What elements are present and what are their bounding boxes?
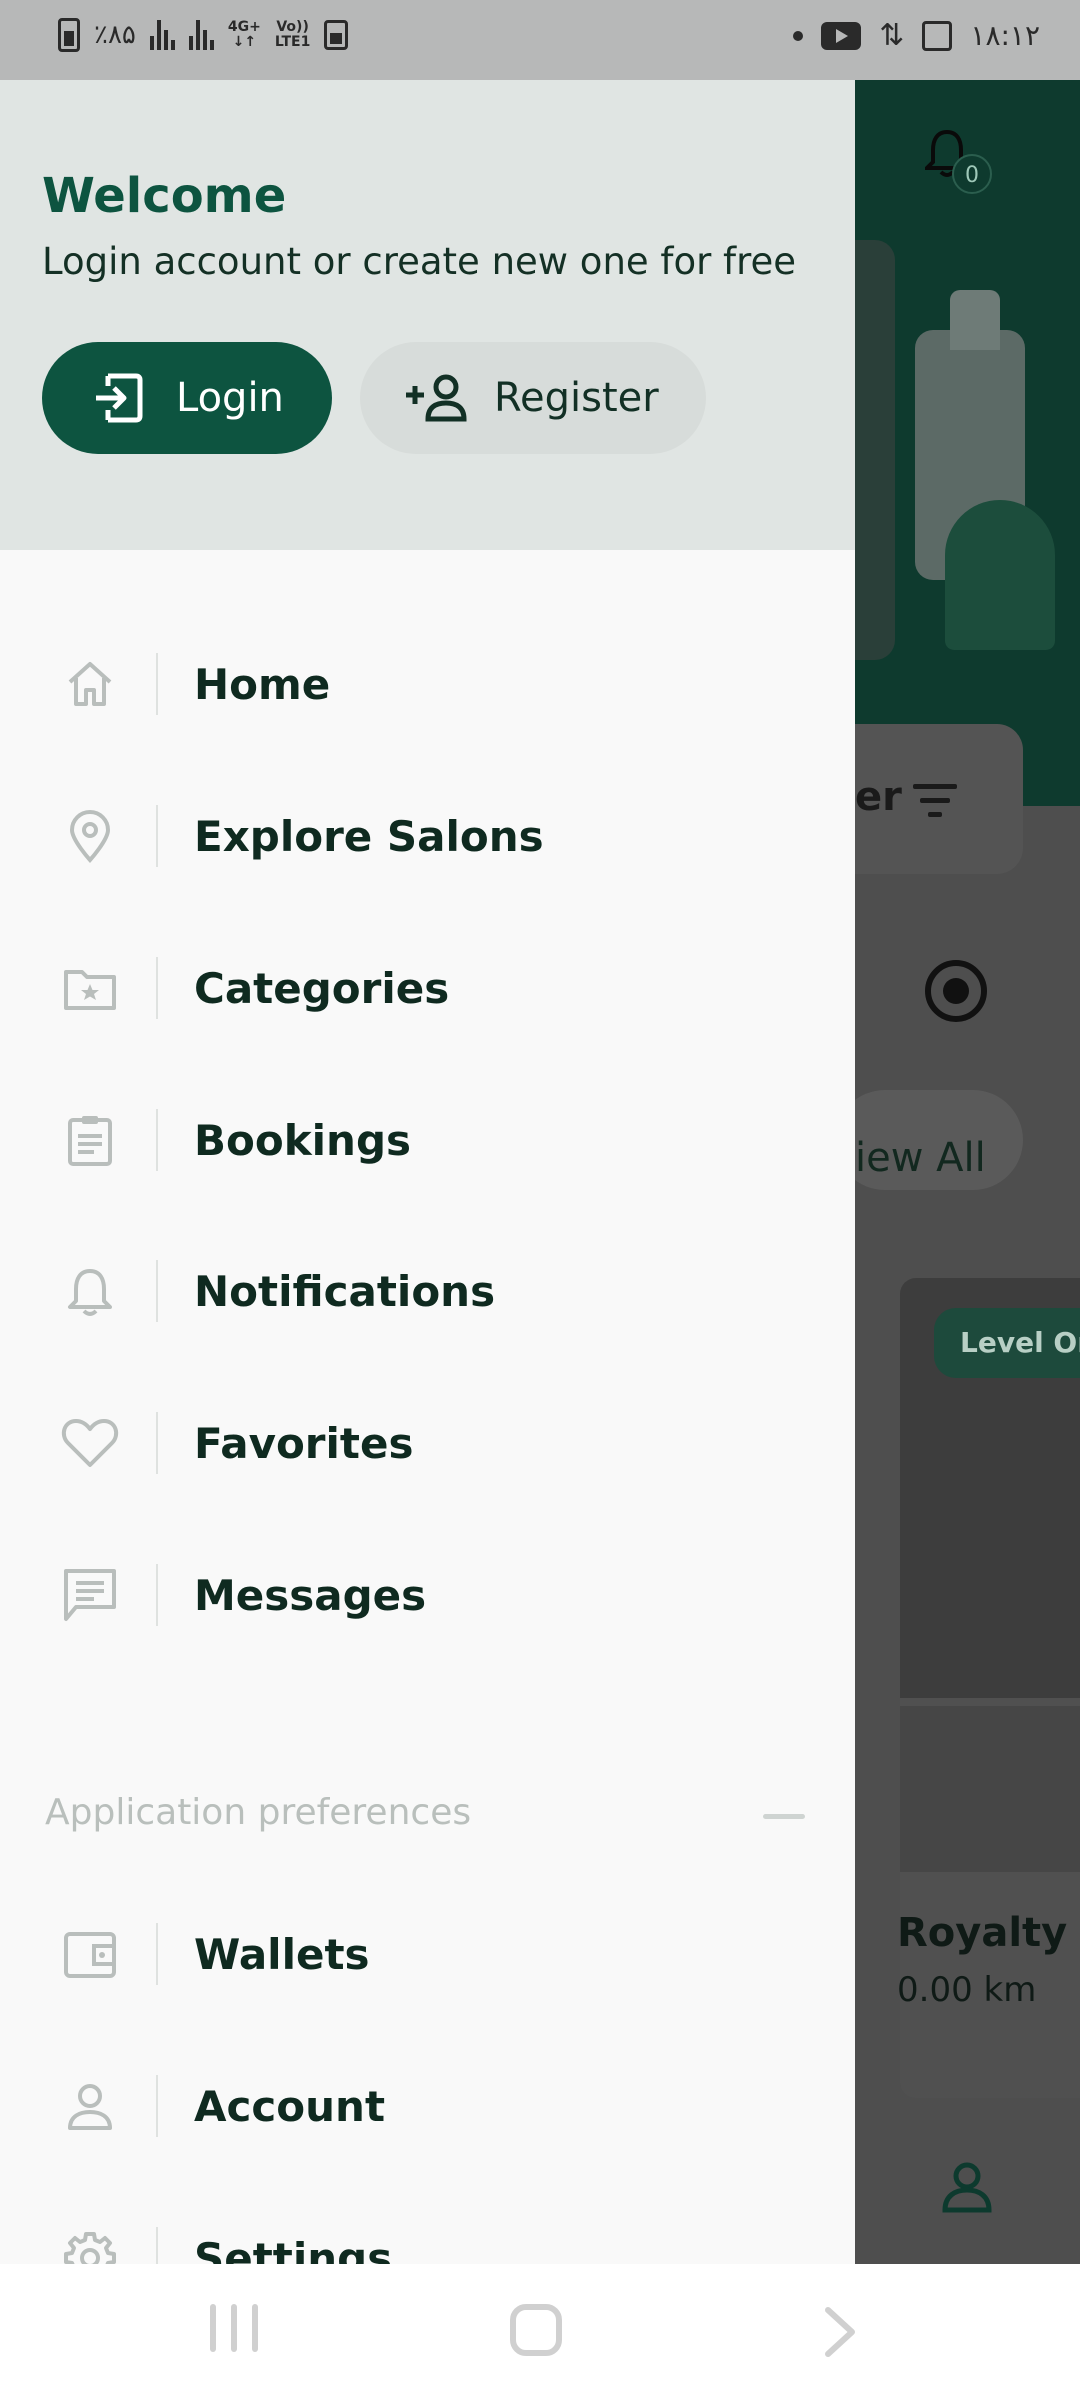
clock: ۱۸:۱۲ [970,19,1040,52]
menu-divider [156,1923,158,1985]
menu-item-favorites[interactable]: Favorites [0,1367,855,1519]
transfer-icon: ⇅ [879,18,905,53]
navigation-drawer: Welcome Login account or create new one … [0,80,855,2289]
menu-divider [156,653,158,715]
menu-item-label: Categories [194,963,450,1013]
menu-item-label: Favorites [194,1418,414,1468]
banner-figure [855,240,895,660]
login-button[interactable]: Login [42,342,332,454]
folder-star-icon [55,953,125,1023]
level-badge: Level Or [934,1308,1080,1378]
account-nav-icon[interactable] [939,2158,995,2214]
network-type-bottom: ↓↑ [232,34,257,50]
salon-distance: 0.00 km [897,1970,1037,2010]
menu-item-explore-salons[interactable]: Explore Salons [0,760,855,912]
menu-item-home[interactable]: Home [0,608,855,760]
menu-item-label: Messages [194,1570,427,1620]
login-label: Login [176,375,284,421]
background-app: 0 er iew All Level Or Royalty 0.00 km [855,80,1080,2264]
banner-plant [945,500,1055,650]
menu-divider [156,1412,158,1474]
volte-top: Vo)) [276,19,309,35]
welcome-subtitle: Login account or create new one for free [42,240,797,283]
banner-illustration [950,290,1000,350]
system-navigation-bar [0,2264,1080,2400]
volte-indicator: Vo)) LTE1 [275,20,310,50]
menu-divider [156,2075,158,2137]
drawer-header: Welcome Login account or create new one … [0,80,855,550]
status-bar: ٪۸۵ 4G+ ↓↑ Vo)) LTE1 ⇅ ۱۸:۱۲ [0,0,1080,80]
menu-divider [156,1260,158,1322]
menu-divider [156,1109,158,1171]
network-type-top: 4G+ [227,19,261,35]
welcome-title: Welcome [42,168,287,224]
menu-item-messages[interactable]: Messages [0,1519,855,1671]
battery-icon [58,18,80,52]
signal-icon [149,20,175,50]
register-label: Register [494,375,659,421]
bell-icon [55,1256,125,1326]
recent-apps-icon[interactable] [210,2304,258,2360]
home-icon [55,649,125,719]
notification-count-badge: 0 [952,154,992,194]
menu-item-wallets[interactable]: Wallets [0,1878,855,2030]
person-icon [55,2071,125,2141]
salon-photo [900,1706,1080,1872]
filter-label: er [855,774,902,820]
message-icon [55,1560,125,1630]
menu-item-label: Explore Salons [194,811,544,861]
dot-icon [793,30,804,41]
menu-item-bookings[interactable]: Bookings [0,1064,855,1216]
menu-item-label: Home [194,659,331,709]
recycle-icon [324,20,349,50]
clipboard-icon [55,1105,125,1175]
signal-icon [188,20,214,50]
home-button-icon[interactable] [510,2304,562,2356]
menu-item-label: Wallets [194,1929,370,1979]
menu-divider [156,1564,158,1626]
menu-divider [156,957,158,1019]
collapse-icon[interactable] [763,1814,805,1819]
locate-icon[interactable] [925,960,987,1022]
add-person-icon [406,374,467,422]
menu-item-label: Notifications [194,1266,496,1316]
status-right: ⇅ ۱۸:۱۲ [793,18,1040,53]
heart-icon [55,1408,125,1478]
menu-item-categories[interactable]: Categories [0,912,855,1064]
menu-item-account[interactable]: Account [0,2030,855,2182]
wallet-icon [55,1919,125,1989]
network-type: 4G+ ↓↑ [228,20,261,50]
battery-level: ٪۸۵ [94,20,136,50]
login-icon [96,373,143,423]
filter-button[interactable]: er [855,724,1023,874]
menu-divider [156,805,158,867]
volte-bottom: LTE1 [274,34,311,50]
location-pin-icon [55,801,125,871]
register-button[interactable]: Register [360,342,706,454]
status-left: ٪۸۵ 4G+ ↓↑ Vo)) LTE1 [58,18,349,52]
youtube-icon [821,21,862,50]
back-icon[interactable] [820,2304,860,2360]
menu-item-notifications[interactable]: Notifications [0,1215,855,1367]
image-icon [922,20,953,51]
hero-banner: 0 [855,80,1080,806]
menu-item-label: Account [194,2081,386,2131]
preferences-label: Application preferences [45,1792,472,1833]
view-all-label: iew All [855,1135,986,1181]
salon-title: Royalty [897,1910,1068,1956]
menu-item-label: Bookings [194,1115,412,1165]
filter-icon [910,784,960,826]
preferences-section-header: Application preferences [45,1788,805,1848]
